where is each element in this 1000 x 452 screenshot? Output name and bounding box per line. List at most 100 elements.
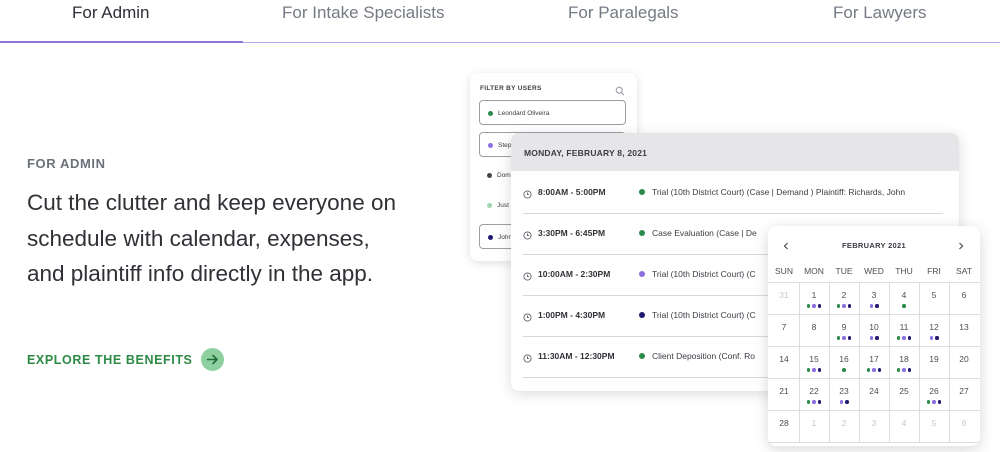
calendar-day[interactable]: 27	[949, 378, 979, 410]
calendar-day-number: 23	[839, 386, 849, 396]
calendar-day[interactable]: 1	[799, 282, 829, 314]
calendar-day-number: 25	[899, 386, 909, 396]
calendar-day[interactable]: 8	[799, 314, 829, 346]
event-dots	[829, 304, 859, 308]
active-tab-indicator	[0, 41, 243, 43]
calendar-day-number: 12	[929, 322, 939, 332]
event-color-dot	[639, 312, 645, 318]
event-dot	[806, 400, 811, 404]
weekday-label: SUN	[775, 266, 793, 276]
tab-for-lawyers[interactable]: For Lawyers	[833, 3, 927, 23]
calendar-day[interactable]: 2	[829, 282, 859, 314]
event-dot	[869, 336, 873, 340]
event-dots	[829, 400, 859, 404]
calendar-day[interactable]: 3	[859, 410, 889, 442]
calendar-day[interactable]: 7	[769, 314, 799, 346]
calendar-day[interactable]: 23	[829, 378, 859, 410]
tab-for-admin[interactable]: For Admin	[72, 3, 149, 23]
clock-icon	[523, 350, 532, 368]
calendar-day-number: 8	[811, 322, 817, 332]
filter-user-name: Dom	[497, 172, 511, 179]
calendar-day[interactable]: 9	[829, 314, 859, 346]
weekday-label: MON	[804, 266, 824, 276]
weekday-label: TUE	[835, 266, 853, 276]
calendar-day[interactable]: 25	[889, 378, 919, 410]
calendar-day[interactable]: 31	[769, 282, 799, 314]
calendar-day-number: 4	[901, 290, 907, 300]
event-dot	[932, 400, 936, 404]
calendar-day[interactable]: 2	[829, 410, 859, 442]
calendar-day[interactable]: 4	[889, 410, 919, 442]
calendar-day-number: 10	[869, 322, 879, 332]
calendar-day[interactable]: 20	[949, 346, 979, 378]
event-dot	[935, 336, 939, 340]
calendar-day[interactable]: 6	[949, 410, 979, 442]
calendar-day-number: 5	[931, 418, 937, 428]
calendar-day[interactable]: 21	[769, 378, 799, 410]
event-dot	[836, 304, 841, 308]
search-icon[interactable]	[615, 83, 625, 101]
event-dots	[799, 304, 829, 308]
calendar-day[interactable]: 28	[769, 410, 799, 442]
calendar-day-number: 15	[809, 354, 819, 364]
event-dots	[799, 368, 829, 372]
calendar-day[interactable]: 11	[889, 314, 919, 346]
calendar-day[interactable]: 10	[859, 314, 889, 346]
event-color-dot	[639, 353, 645, 359]
calendar-day-number: 6	[961, 290, 967, 300]
calendar-day-number: 31	[779, 290, 789, 300]
event-dot	[842, 336, 846, 340]
event-dot	[812, 368, 816, 372]
calendar-day[interactable]: 12	[919, 314, 949, 346]
user-color-dot	[487, 203, 492, 208]
filter-user-item[interactable]: Leondard Oliveira	[479, 100, 626, 125]
event-dot	[869, 304, 873, 308]
calendar-day[interactable]: 4	[889, 282, 919, 314]
schedule-event-row[interactable]: 8:00AM - 5:00PM Trial (10th District Cour…	[523, 173, 943, 214]
calendar-day[interactable]: 22	[799, 378, 829, 410]
event-dot	[937, 400, 942, 404]
event-dot	[875, 304, 879, 308]
calendar-day[interactable]: 6	[949, 282, 979, 314]
event-dot	[812, 400, 816, 404]
calendar-day[interactable]: 16	[829, 346, 859, 378]
explore-benefits-link[interactable]: EXPLORE THE BENEFITS	[27, 348, 224, 371]
calendar-day-number: 2	[841, 418, 847, 428]
calendar-day-number: 27	[959, 386, 969, 396]
event-dot	[877, 368, 882, 372]
event-dot	[866, 368, 871, 372]
tab-for-paralegals[interactable]: For Paralegals	[568, 3, 679, 23]
calendar-day[interactable]: 5	[919, 410, 949, 442]
event-dot	[812, 304, 816, 308]
calendar-day[interactable]: 3	[859, 282, 889, 314]
calendar-day[interactable]: 26	[919, 378, 949, 410]
calendar-day[interactable]: 17	[859, 346, 889, 378]
filter-user-name: Step	[498, 142, 512, 149]
filter-title: FILTER BY USERS	[480, 85, 542, 92]
event-dot	[907, 336, 912, 340]
calendar-day[interactable]: 5	[919, 282, 949, 314]
calendar-day[interactable]: 14	[769, 346, 799, 378]
user-color-dot	[487, 173, 492, 178]
calendar-day[interactable]: 13	[949, 314, 979, 346]
weekday-label: SAT	[956, 266, 972, 276]
event-dots	[859, 368, 889, 372]
calendar-day[interactable]: 19	[919, 346, 949, 378]
calendar-day[interactable]: 24	[859, 378, 889, 410]
section-headline: Cut the clutter and keep everyone on sch…	[27, 190, 396, 286]
chevron-right-icon[interactable]	[956, 238, 966, 256]
event-dot	[817, 400, 822, 404]
calendar-day[interactable]: 15	[799, 346, 829, 378]
calendar-day-number: 24	[869, 386, 879, 396]
event-dots	[919, 336, 949, 340]
calendar-day-number: 1	[811, 418, 817, 428]
tab-for-intake-specialists[interactable]: For Intake Specialists	[282, 3, 445, 23]
event-dots	[889, 368, 919, 372]
calendar-day-number: 22	[809, 386, 819, 396]
event-dots	[889, 336, 919, 340]
section-eyebrow: FOR ADMIN	[27, 156, 106, 171]
event-dot	[902, 368, 906, 372]
calendar-day-number: 17	[869, 354, 879, 364]
calendar-day[interactable]: 1	[799, 410, 829, 442]
calendar-day[interactable]: 18	[889, 346, 919, 378]
